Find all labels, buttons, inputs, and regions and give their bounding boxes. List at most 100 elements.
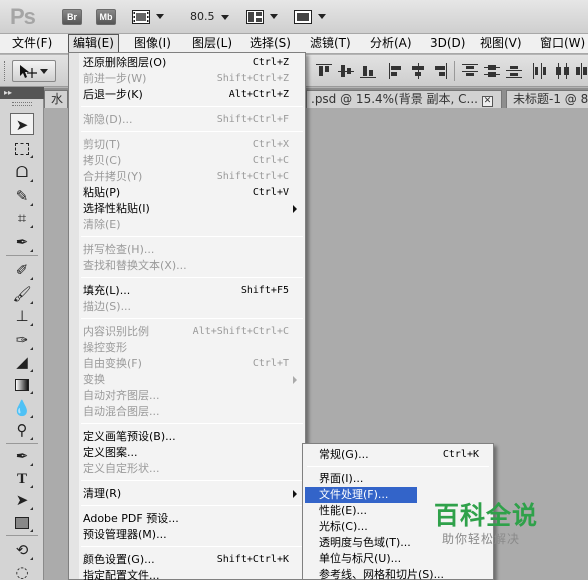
menu-item-auto-align-layers[interactable]: 自动对齐图层... bbox=[83, 388, 303, 404]
bridge-button[interactable]: Br bbox=[62, 9, 82, 25]
tab-untitled-1[interactable]: 未标题-1 @ 8 bbox=[506, 90, 588, 108]
menu-item-transform[interactable]: 变换 bbox=[83, 372, 303, 388]
tab-document-psd[interactable]: .psd @ 15.4%(背景 副本, C... ✕ bbox=[306, 90, 502, 108]
align-horizontal-center-icon[interactable] bbox=[410, 63, 426, 79]
menu-item-preset-manager[interactable]: 预设管理器(M)... bbox=[83, 527, 303, 543]
menu-item-define-brush-preset[interactable]: 定义画笔预设(B)... bbox=[83, 429, 303, 445]
menu-item-find-replace[interactable]: 查找和替换文本(X)... bbox=[83, 258, 303, 274]
distribute-horizontal-center-icon[interactable] bbox=[554, 63, 570, 79]
menu-item-fade[interactable]: 渐隐(D)... Shift+Ctrl+F bbox=[83, 112, 303, 128]
zoom-level[interactable]: 80.5 bbox=[190, 10, 229, 23]
path-selection-tool[interactable]: ➤ bbox=[10, 489, 34, 511]
brush-tool[interactable]: 🖌 bbox=[10, 283, 34, 305]
crop-tool[interactable]: ⌗ bbox=[10, 207, 34, 229]
history-brush-tool[interactable]: ✑ bbox=[10, 329, 34, 351]
menu-view[interactable]: 视图(V) bbox=[476, 34, 526, 53]
dodge-tool[interactable]: ⚲ bbox=[10, 419, 34, 441]
quick-selection-tool[interactable]: ✎ bbox=[10, 185, 34, 207]
menu-item-label: 自动混合图层... bbox=[83, 405, 160, 418]
marquee-tool[interactable] bbox=[10, 137, 34, 159]
lasso-tool[interactable]: ᗝ bbox=[10, 161, 34, 183]
menu-item-step-backward[interactable]: 后退一步(K) Alt+Ctrl+Z bbox=[83, 87, 303, 103]
menu-separator bbox=[81, 131, 303, 132]
tab-document-1[interactable]: 水 bbox=[44, 90, 68, 108]
menu-file[interactable]: 文件(F) bbox=[8, 34, 56, 53]
menu-item-label: 拷贝(C) bbox=[83, 154, 122, 167]
menu-analysis[interactable]: 分析(A) bbox=[366, 34, 416, 53]
align-left-icon[interactable] bbox=[388, 63, 404, 79]
blur-tool[interactable]: 💧 bbox=[10, 397, 34, 419]
menu-3d[interactable]: 3D(D) bbox=[426, 34, 469, 53]
pref-item-file-handling[interactable]: 文件处理(F)... bbox=[305, 487, 417, 503]
spot-healing-tool[interactable]: ✐ bbox=[10, 259, 34, 281]
menu-item-shortcut: Shift+Ctrl+Z bbox=[216, 73, 289, 84]
menu-item-purge[interactable]: 清理(R) bbox=[83, 486, 303, 502]
menu-item-content-aware-scale[interactable]: 内容识别比例 Alt+Shift+Ctrl+C bbox=[83, 324, 303, 340]
clone-stamp-tool[interactable]: ⊥ bbox=[10, 305, 34, 327]
align-top-icon[interactable] bbox=[316, 63, 332, 79]
toolbox-header[interactable]: ▸▸ bbox=[0, 87, 44, 99]
menu-item-cut[interactable]: 剪切(T) Ctrl+X bbox=[83, 137, 303, 153]
distribute-top-icon[interactable] bbox=[462, 63, 478, 79]
more-tools-icon bbox=[30, 277, 33, 280]
pref-item-general[interactable]: 常规(G)... Ctrl+K bbox=[305, 447, 491, 463]
menu-item-shortcut: Ctrl+K bbox=[442, 449, 479, 460]
tool-preset-picker[interactable] bbox=[12, 60, 56, 82]
menu-item-adobe-pdf-presets[interactable]: Adobe PDF 预设... bbox=[83, 511, 303, 527]
menu-separator bbox=[81, 318, 303, 319]
distribute-left-icon[interactable] bbox=[532, 63, 548, 79]
pen-tool[interactable]: ✒ bbox=[10, 445, 34, 467]
menu-item-assign-profile[interactable]: 指定配置文件... bbox=[83, 568, 303, 580]
menu-window[interactable]: 窗口(W) bbox=[536, 34, 588, 53]
menu-item-fill[interactable]: 填充(L)... Shift+F5 bbox=[83, 283, 303, 299]
move-tool[interactable]: ➤ bbox=[10, 113, 34, 135]
shape-tool[interactable] bbox=[10, 511, 34, 533]
menu-image[interactable]: 图像(I) bbox=[130, 34, 175, 53]
chevron-down-icon bbox=[318, 14, 326, 19]
menu-item-copy[interactable]: 拷贝(C) Ctrl+C bbox=[83, 153, 303, 169]
toolbox-grip[interactable] bbox=[12, 102, 32, 106]
menu-edit[interactable]: 编辑(E) bbox=[68, 34, 119, 53]
more-tools-icon bbox=[30, 437, 33, 440]
menu-item-copy-merged[interactable]: 合并拷贝(Y) Shift+Ctrl+C bbox=[83, 169, 303, 185]
menu-item-check-spelling[interactable]: 拼写检查(H)... bbox=[83, 242, 303, 258]
distribute-bottom-icon[interactable] bbox=[506, 63, 522, 79]
align-right-icon[interactable] bbox=[432, 63, 448, 79]
close-icon[interactable]: ✕ bbox=[482, 96, 493, 107]
menu-item-color-settings[interactable]: 颜色设置(G)... Shift+Ctrl+K bbox=[83, 552, 303, 568]
view-extras-button[interactable] bbox=[132, 8, 164, 26]
distribute-vertical-center-icon[interactable] bbox=[484, 63, 500, 79]
menu-item-paste-special[interactable]: 选择性粘贴(I) bbox=[83, 201, 303, 217]
options-bar-grip[interactable] bbox=[4, 61, 7, 81]
eraser-tool[interactable]: ◢ bbox=[10, 351, 34, 373]
menu-item-define-pattern[interactable]: 定义图案... bbox=[83, 445, 303, 461]
type-tool[interactable]: T bbox=[10, 467, 34, 489]
menu-item-label: 定义图案... bbox=[83, 446, 138, 459]
pref-item-units-rulers[interactable]: 单位与标尺(U)... bbox=[305, 551, 491, 567]
eyedropper-tool[interactable]: ✒ bbox=[10, 231, 34, 253]
arrange-documents-button[interactable] bbox=[246, 8, 278, 26]
distribute-right-icon[interactable] bbox=[574, 63, 588, 79]
3d-orbit-tool[interactable]: ◌ bbox=[10, 561, 34, 580]
align-bottom-icon[interactable] bbox=[360, 63, 376, 79]
menu-layer[interactable]: 图层(L) bbox=[188, 34, 236, 53]
pref-item-guides-grid-slices[interactable]: 参考线、网格和切片(S)... bbox=[305, 567, 491, 580]
more-tools-icon bbox=[30, 529, 33, 532]
menu-select[interactable]: 选择(S) bbox=[246, 34, 295, 53]
menu-item-puppet-warp[interactable]: 操控变形 bbox=[83, 340, 303, 356]
menu-item-stroke[interactable]: 描边(S)... bbox=[83, 299, 303, 315]
mini-bridge-button[interactable]: Mb bbox=[96, 9, 116, 25]
menu-item-paste[interactable]: 粘贴(P) Ctrl+V bbox=[83, 185, 303, 201]
pref-item-interface[interactable]: 界面(I)... bbox=[305, 471, 491, 487]
3d-rotate-tool[interactable]: ⟲ bbox=[10, 539, 34, 561]
menu-item-clear[interactable]: 清除(E) bbox=[83, 217, 303, 233]
align-vertical-center-icon[interactable] bbox=[338, 63, 354, 79]
menu-item-auto-blend-layers[interactable]: 自动混合图层... bbox=[83, 404, 303, 420]
gradient-tool[interactable] bbox=[10, 373, 34, 395]
screen-mode-button[interactable] bbox=[294, 8, 326, 26]
menu-item-define-custom-shape[interactable]: 定义自定形状... bbox=[83, 461, 303, 477]
menu-item-free-transform[interactable]: 自由变换(F) Ctrl+T bbox=[83, 356, 303, 372]
menu-item-step-forward[interactable]: 前进一步(W) Shift+Ctrl+Z bbox=[83, 71, 303, 87]
menu-item-undo[interactable]: 还原删除图层(O) Ctrl+Z bbox=[83, 55, 303, 71]
menu-filter[interactable]: 滤镜(T) bbox=[306, 34, 355, 53]
